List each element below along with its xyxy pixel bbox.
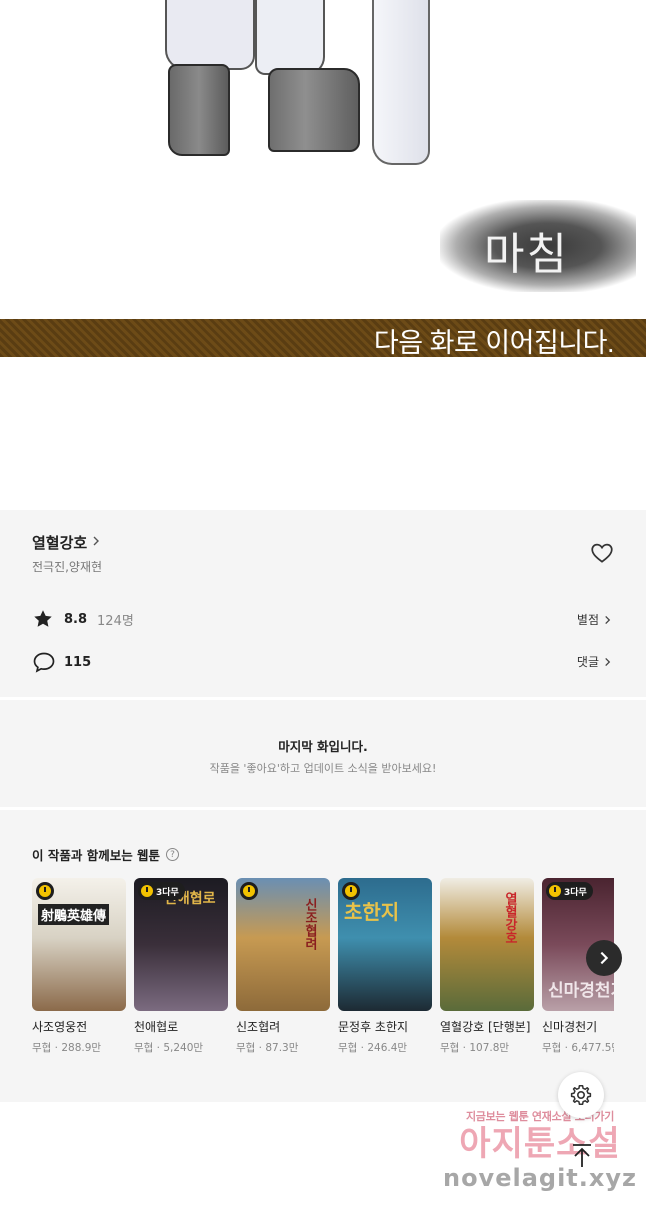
wait-free-badge — [342, 882, 360, 900]
cover-thumbnail: 열혈강호 — [440, 878, 534, 1011]
comic-episode-image: 마침 다음 화로 이어집니다. — [0, 0, 646, 510]
cover-title-art: 열혈강호 — [502, 892, 517, 944]
comment-summary: 115 — [32, 651, 91, 673]
watermark-top: 지금보는 웹툰 연재소설 보러가기 — [465, 1110, 615, 1123]
cover-title-art: 신조협려 — [302, 898, 317, 950]
clock-icon — [141, 885, 153, 897]
badge-label: 3다무 — [564, 887, 587, 898]
card-meta: 무협 · 246.4만 — [338, 1042, 408, 1054]
next-episode-text: 다음 화로 이어집니다. — [373, 328, 615, 358]
comment-bubble-icon — [33, 652, 55, 673]
watermark-mid: 아지툰소설 — [459, 1124, 621, 1164]
card-title: 천애협로 — [134, 1020, 179, 1034]
last-episode-title: 마지막 화입니다. — [278, 739, 368, 754]
heart-icon[interactable] — [589, 540, 615, 566]
rating-summary: 8.8 124명 — [32, 608, 134, 630]
rating-link-label: 별점 — [576, 613, 599, 627]
rating-count: 124명 — [97, 613, 134, 629]
recommendation-card[interactable]: 신조협려 신조협려 무협 · 87.3만 — [236, 878, 330, 1055]
section-divider — [0, 697, 646, 700]
clock-icon — [39, 885, 51, 897]
recommendation-card[interactable]: 천애협로 3다무 천애협로 무협 · 5,240만 — [134, 878, 228, 1055]
clock-icon — [345, 885, 357, 897]
scroll-top-button[interactable] — [566, 1140, 598, 1172]
chevron-right-icon — [605, 615, 611, 624]
pants-center-illustration — [255, 0, 325, 75]
card-title: 신마경천기 — [542, 1020, 598, 1034]
cover-title-art: 신마경천기 — [548, 981, 614, 1001]
recommendation-card[interactable]: 초한지 문정후 초한지 무협 · 246.4만 — [338, 878, 432, 1055]
cover-title-art: 射鵰英雄傳 — [38, 904, 110, 925]
end-text: 마침 — [484, 229, 569, 280]
series-title-link[interactable]: 열혈강호 — [32, 532, 101, 553]
gear-icon — [570, 1085, 592, 1105]
white-leg-illustration — [372, 0, 430, 165]
card-meta: 무협 · 5,240만 — [134, 1042, 204, 1054]
clock-icon — [243, 885, 255, 897]
comment-link[interactable]: 댓글 — [577, 653, 612, 670]
wait-free-badge: 3다무 — [546, 882, 593, 900]
card-meta: 무협 · 87.3만 — [236, 1042, 299, 1054]
card-meta: 무협 · 6,477.5만 — [542, 1042, 614, 1054]
chevron-right-icon — [605, 657, 611, 666]
wait-free-badge — [240, 882, 258, 900]
last-episode-subtitle: 작품을 '좋아요'하고 업데이트 소식을 받아보세요! — [209, 762, 437, 775]
arrow-up-icon — [573, 1144, 591, 1167]
episode-info-panel: 열혈강호 전극진,양재현 8.8 124명 별점 115 댓글 마지막 화입니다… — [0, 510, 646, 1102]
recommendations-title: 이 작품과 함께보는 웹툰 — [32, 848, 161, 863]
cover-thumbnail: 신조협려 — [236, 878, 330, 1011]
wait-free-badge — [36, 882, 54, 900]
pants-left-illustration — [165, 0, 255, 70]
badge-label: 3다무 — [156, 887, 179, 898]
card-meta: 무협 · 107.8만 — [440, 1042, 510, 1054]
rating-score: 8.8 — [64, 611, 88, 627]
card-title: 신조협려 — [236, 1020, 281, 1034]
card-title: 사조영웅전 — [32, 1020, 88, 1034]
site-watermark: 지금보는 웹툰 연재소설 보러가기 아지툰소설 novelagit.xyz — [440, 1108, 640, 1198]
series-title: 열혈강호 — [32, 534, 88, 552]
cover-title-art: 초한지 — [344, 900, 400, 924]
recommendation-card[interactable]: 射鵰英雄傳 사조영웅전 무협 · 288.9만 — [32, 878, 126, 1055]
clock-icon — [549, 885, 561, 897]
cover-thumbnail: 초한지 — [338, 878, 432, 1011]
next-episode-band: 다음 화로 이어집니다. — [0, 319, 646, 358]
chevron-right-icon — [91, 535, 101, 551]
card-title: 문정후 초한지 — [338, 1020, 409, 1034]
help-icon[interactable]: ? — [166, 848, 180, 861]
recommendation-card[interactable]: 열혈강호 열혈강호 [단행본] 무협 · 107.8만 — [440, 878, 534, 1055]
chevron-right-icon — [600, 951, 609, 965]
wait-free-badge: 3다무 — [138, 882, 185, 900]
card-title: 열혈강호 [단행본] — [440, 1020, 531, 1034]
cover-thumbnail: 천애협로 3다무 — [134, 878, 228, 1011]
comment-link-label: 댓글 — [576, 655, 599, 669]
section-divider — [0, 807, 646, 810]
boot-right-illustration — [268, 68, 360, 152]
series-authors: 전극진,양재현 — [32, 560, 103, 574]
recommendation-carousel[interactable]: 射鵰英雄傳 사조영웅전 무협 · 288.9만 천애협로 3다무 천애협로 무협… — [32, 878, 614, 1078]
star-icon — [34, 610, 52, 627]
carousel-next-button[interactable] — [586, 940, 622, 976]
cover-thumbnail: 射鵰英雄傳 — [32, 878, 126, 1011]
recommendations-header: 이 작품과 함께보는 웹툰 ? — [32, 845, 180, 864]
settings-button[interactable] — [558, 1072, 604, 1118]
comment-count: 115 — [64, 654, 92, 670]
rating-link[interactable]: 별점 — [577, 611, 612, 628]
boot-left-illustration — [168, 64, 230, 156]
card-meta: 무협 · 288.9만 — [32, 1042, 102, 1054]
watermark-bot: novelagit.xyz — [442, 1164, 637, 1192]
